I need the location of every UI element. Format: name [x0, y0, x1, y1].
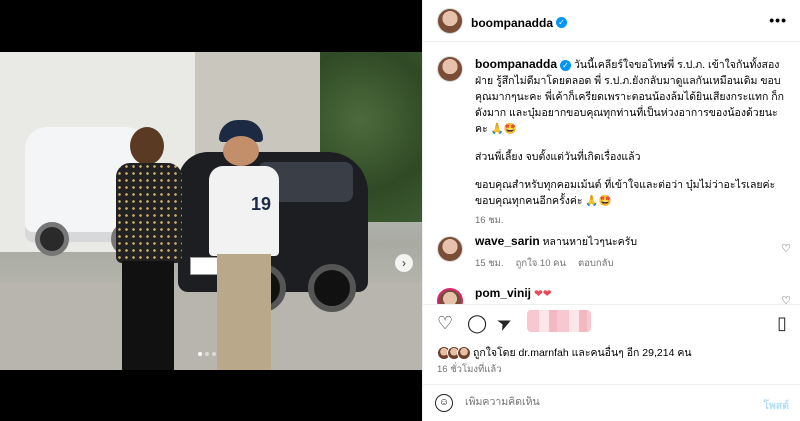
post-comment-button[interactable]: โพสต์ [763, 397, 789, 414]
carousel-dots [198, 352, 216, 356]
commenter-username[interactable]: pom_vinij [475, 286, 531, 300]
blurred-sticker [527, 310, 591, 332]
verified-icon: ✓ [556, 17, 568, 29]
share-icon[interactable]: ➤ [493, 311, 515, 336]
post-timestamp: 16 ชั่วโมงที่แล้ว [437, 364, 502, 375]
commenter-username[interactable]: wave_sarin [475, 234, 540, 248]
add-comment-bar: ☺ โพสต์ [423, 384, 800, 421]
author-username[interactable]: boompanadda [471, 16, 553, 30]
comment-likes-count[interactable]: ถูกใจ 10 คน [516, 256, 566, 271]
likes-text: ถูกใจโดย dr.marnfah และคนอื่นๆ อีก 29,21… [473, 347, 692, 359]
save-icon[interactable]: ▯ [777, 313, 787, 333]
caption-paragraph-3: ขอบคุณสำหรับทุกคอมเม้นต์ ที่เข้าใจและต่อ… [475, 179, 776, 207]
post-side-panel: boompanadda ✓ ••• boompanadda ✓ วันนี้เคลี… [422, 0, 800, 421]
verified-icon: ✓ [560, 59, 572, 71]
more-options-icon[interactable]: ••• [769, 12, 787, 28]
person-woman [108, 127, 188, 370]
instagram-post-view: 19 › boompanadda ✓ ••• boompanadda ✓ วันนี… [0, 0, 800, 421]
comment-icon[interactable]: ◯ [467, 313, 487, 333]
comment-text: ❤❤ [533, 288, 552, 300]
caption-username[interactable]: boompanadda [475, 57, 557, 71]
caption-paragraph-2: ส่วนพี่เลี้ยง จบตั้งแต่วันที่เกิดเรื่องแ… [475, 151, 641, 163]
action-bar: ♡ ◯ ➤ ▯ [423, 304, 800, 340]
comment-like-icon[interactable]: ♡ [781, 294, 791, 304]
commenter-avatar[interactable] [437, 236, 463, 262]
comment-item: pom_vinij ❤❤ ♡ [437, 286, 799, 304]
add-comment-input[interactable] [465, 396, 745, 408]
liker-avatars [437, 345, 471, 360]
comment-like-icon[interactable]: ♡ [781, 242, 791, 255]
caption-avatar[interactable] [437, 56, 463, 82]
post-photo: 19 › [0, 52, 422, 370]
post-media: 19 › [0, 0, 422, 421]
emoji-icon[interactable]: ☺ [435, 394, 453, 412]
author-avatar[interactable] [437, 8, 463, 34]
comments-section[interactable]: boompanadda ✓ วันนี้เคลียร์ใจขอโทษพี่ ร.ป… [423, 42, 800, 304]
comment-text: หลานหายไวๆนะครับ [542, 236, 638, 248]
person-security-guard: 19 [205, 120, 283, 370]
carousel-next-button[interactable]: › [395, 254, 413, 272]
commenter-avatar[interactable] [437, 288, 463, 304]
comment-item: wave_sarin หลานหายไวๆนะครับ 15 ชม. ถูกใจ… [437, 234, 799, 271]
reply-button[interactable]: ตอบกลับ [578, 256, 614, 271]
post-caption: boompanadda ✓ วันนี้เคลียร์ใจขอโทษพี่ ร.ป… [437, 56, 787, 229]
like-icon[interactable]: ♡ [437, 313, 453, 333]
caption-time: 16 ชม. [475, 215, 504, 226]
comment-time: 15 ชม. [475, 258, 504, 269]
likes-summary[interactable]: ถูกใจโดย dr.marnfah และคนอื่นๆ อีก 29,21… [437, 344, 692, 361]
post-header: boompanadda ✓ ••• [423, 0, 800, 42]
